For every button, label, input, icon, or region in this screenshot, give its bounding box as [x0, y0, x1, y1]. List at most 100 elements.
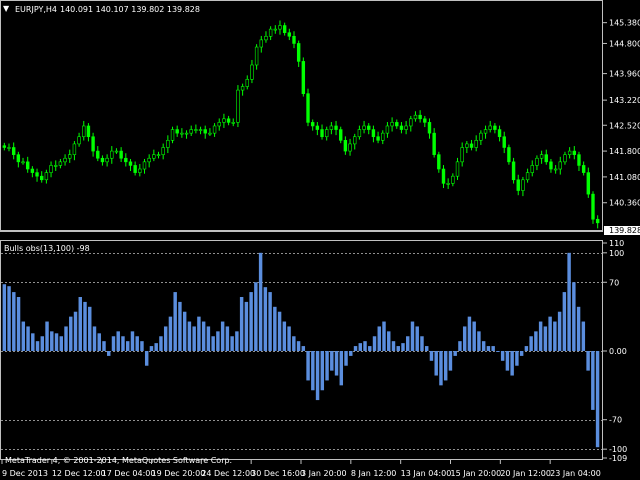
histogram-bar — [439, 350, 443, 386]
level-tick-label: 0.00 — [609, 347, 627, 356]
level-tick-label: 70 — [609, 278, 619, 287]
candle-body — [381, 132, 385, 141]
histogram-bar — [467, 316, 472, 351]
candle-body — [222, 118, 226, 123]
candle-body — [175, 129, 179, 134]
histogram-bar — [372, 336, 377, 351]
histogram-bar — [334, 350, 339, 376]
collapse-arrow-icon[interactable]: ▼ — [3, 4, 10, 13]
histogram-bar — [353, 346, 358, 351]
candle-body — [82, 125, 86, 138]
candle-body — [418, 114, 422, 120]
candle-body — [273, 28, 278, 31]
candle[interactable] — [236, 85, 240, 128]
candle-body — [409, 118, 413, 127]
candle[interactable] — [591, 191, 595, 224]
candle-body — [77, 136, 81, 145]
candle-body — [292, 35, 296, 44]
histogram-bar — [220, 321, 225, 351]
candle-body — [488, 125, 492, 130]
time-tick-label: 17 Dec 04:00 — [102, 469, 156, 478]
candle-body — [367, 125, 371, 130]
histogram-bar — [2, 284, 7, 351]
time-tick-label: 30 Dec 16:00 — [251, 469, 305, 478]
histogram-bar — [121, 336, 125, 351]
candle-body — [525, 172, 530, 181]
candle-body — [544, 154, 548, 163]
histogram-bar — [230, 336, 234, 351]
candle-body — [30, 168, 35, 173]
histogram-bar — [287, 326, 291, 351]
symbol-label: EURJPY,H4 — [15, 5, 57, 14]
histogram-bar — [26, 326, 30, 351]
candle[interactable] — [507, 144, 511, 165]
candle-body — [245, 79, 249, 87]
level-tick-label: -109 — [609, 454, 627, 463]
candle-body — [535, 157, 539, 166]
candle-body — [54, 165, 58, 167]
candle-body — [507, 147, 511, 163]
histogram-bar — [415, 326, 419, 351]
candle-body — [329, 125, 334, 130]
candle-body — [147, 157, 151, 163]
candle-body — [194, 129, 198, 131]
histogram-bar — [168, 316, 173, 351]
histogram-bar — [562, 292, 567, 351]
candle-body — [114, 150, 119, 153]
candle-body — [539, 154, 544, 159]
histogram-bar — [306, 350, 310, 381]
candle[interactable] — [306, 88, 310, 127]
histogram-bar — [263, 287, 268, 351]
histogram-bar — [595, 350, 600, 448]
candle[interactable] — [301, 57, 306, 97]
histogram-bar — [538, 321, 543, 351]
candle-body — [460, 147, 464, 163]
candle-body — [591, 193, 595, 220]
candle[interactable] — [511, 157, 516, 184]
candle-body — [343, 140, 348, 152]
candle-body — [385, 125, 390, 134]
candle-body — [268, 28, 273, 37]
histogram-bar — [486, 346, 491, 351]
candle-body — [105, 157, 109, 163]
histogram-bar — [491, 346, 495, 351]
candle-body — [567, 150, 572, 155]
candle-body — [189, 129, 193, 134]
histogram-bar — [292, 336, 296, 351]
candle-body — [301, 61, 306, 94]
histogram-bar — [391, 341, 396, 351]
candle-body — [549, 161, 553, 170]
candle-body — [278, 25, 282, 30]
histogram-bar — [406, 336, 410, 351]
histogram-bar — [548, 316, 552, 351]
histogram-bar — [69, 316, 73, 351]
candle-body — [465, 143, 469, 148]
histogram-bar — [88, 306, 92, 351]
candle-body — [432, 132, 436, 155]
histogram-bar — [387, 331, 391, 351]
histogram-bar — [519, 350, 524, 356]
candle-body — [49, 165, 53, 173]
histogram-bar — [239, 296, 244, 351]
chart-canvas[interactable]: ▼ EURJPY,H4 140.091 140.107 139.802 139.… — [0, 0, 640, 480]
candle-body — [315, 125, 320, 130]
histogram-bar — [64, 326, 68, 351]
price-tick-label: 141.800 — [609, 147, 640, 156]
histogram-bar — [586, 350, 590, 371]
time-tick-label: 3 Jan 20:00 — [301, 469, 347, 478]
histogram-bar — [576, 306, 581, 351]
indicator-label: Bulls obs(13,100) -98 — [4, 244, 90, 253]
price-tick-label: 145.380 — [609, 19, 640, 28]
histogram-bar — [420, 336, 424, 351]
histogram-bar — [448, 350, 453, 371]
histogram-bar — [315, 350, 320, 401]
candle-body — [100, 157, 105, 163]
histogram-bar — [59, 336, 63, 351]
candle-body — [339, 129, 343, 141]
histogram-bar — [434, 350, 438, 376]
candle-body — [413, 114, 418, 120]
candle-body — [469, 143, 474, 148]
candle-body — [44, 172, 49, 181]
candle-body — [68, 154, 72, 159]
histogram-bar — [524, 346, 529, 351]
